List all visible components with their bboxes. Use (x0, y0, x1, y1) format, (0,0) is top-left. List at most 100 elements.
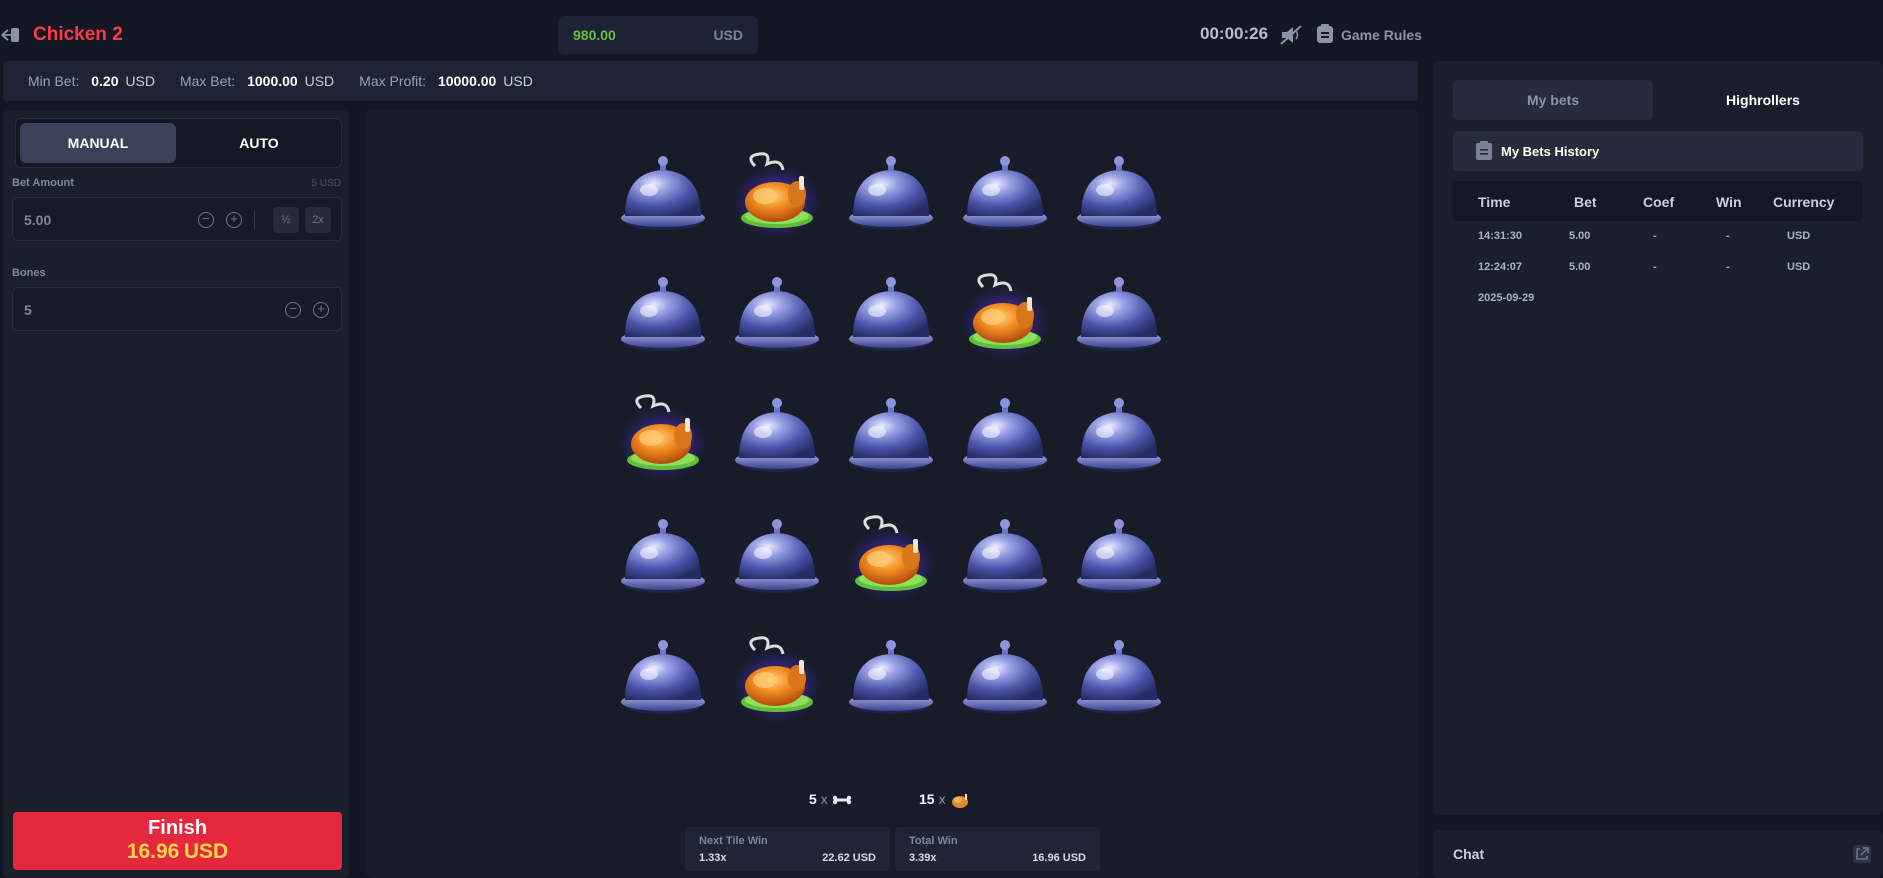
cloche-icon (621, 519, 705, 593)
cloche-tile[interactable] (731, 511, 823, 603)
cloche-icon (1077, 156, 1161, 230)
bets-sidebar: My bets Highrollers My Bets History Time… (1433, 61, 1883, 815)
balance-value: 980.00 (573, 27, 616, 43)
my-bets-history-link[interactable]: My Bets History (1453, 131, 1863, 171)
chicken-tile[interactable] (731, 148, 823, 240)
cloche-tile[interactable] (845, 269, 937, 361)
cloche-icon (849, 398, 933, 472)
field-divider (254, 211, 255, 229)
min-bet-limit: Min Bet: 0.20 USD (28, 73, 155, 89)
balance-currency: USD (713, 27, 743, 43)
cloche-icon (963, 519, 1047, 593)
tab-highrollers[interactable]: Highrollers (1663, 80, 1863, 120)
total-win-box: Total Win 3.39x 16.96 USD (895, 827, 1100, 871)
finish-amount: 16.96 (126, 840, 180, 863)
cloche-tile[interactable] (1073, 269, 1165, 361)
cloche-tile[interactable] (959, 632, 1051, 724)
cloche-tile[interactable] (845, 148, 937, 240)
bet-amount-hint: 5 USD (311, 178, 341, 189)
bet-increase-button[interactable]: + (226, 212, 242, 228)
top-bar: Chicken 2 980.00 USD 00:00:26 Game Rules (0, 0, 1883, 60)
bones-value: 5 (24, 302, 32, 318)
back-button[interactable] (0, 24, 22, 46)
bet-amount-label: Bet Amount (12, 177, 74, 189)
row-bet: 5.00 (1569, 261, 1591, 273)
auto-mode-button[interactable]: AUTO (181, 123, 337, 163)
cloche-icon (1077, 640, 1161, 714)
cloche-icon (1077, 519, 1161, 593)
chat-label: Chat (1453, 846, 1485, 862)
cloche-icon (963, 156, 1047, 230)
cloche-tile[interactable] (1073, 390, 1165, 482)
balance-display: 980.00 USD (558, 16, 758, 54)
cloche-tile[interactable] (845, 390, 937, 482)
cloche-tile[interactable] (1073, 511, 1165, 603)
chicken-tile[interactable] (845, 511, 937, 603)
bones-field[interactable]: 5 − + (12, 287, 342, 331)
mode-toggle: MANUAL AUTO (15, 118, 342, 168)
cloche-tile[interactable] (845, 632, 937, 724)
roast-chicken-icon (731, 152, 823, 240)
max-profit-limit: Max Profit: 10000.00 USD (359, 73, 533, 89)
cloche-tile[interactable] (1073, 148, 1165, 240)
row-currency: USD (1787, 261, 1811, 273)
next-tile-win-box: Next Tile Win 1.33x 22.62 USD (685, 827, 890, 871)
chickens-count-stat: 15 x (919, 791, 970, 809)
cloche-tile[interactable] (959, 148, 1051, 240)
max-bet-limit: Max Bet: 1000.00 USD (179, 73, 335, 89)
bets-table-header: Time Bet Coef Win Currency (1453, 181, 1863, 221)
roast-chicken-icon (845, 515, 937, 603)
total-win-title: Total Win (909, 835, 958, 847)
bones-increase-button[interactable]: + (313, 302, 329, 318)
chickens-count: 15 (919, 791, 935, 807)
bet-decrease-button[interactable]: − (198, 212, 214, 228)
game-title: Chicken 2 (33, 24, 123, 45)
cloche-tile[interactable] (731, 269, 823, 361)
cloche-icon (621, 156, 705, 230)
bones-decrease-button[interactable]: − (285, 302, 301, 318)
cloche-icon (849, 640, 933, 714)
expand-chat-icon[interactable] (1853, 845, 1871, 863)
cloche-tile[interactable] (959, 511, 1051, 603)
row-time: 14:31:30 (1478, 230, 1523, 242)
roast-chicken-icon (617, 394, 709, 482)
chat-bar[interactable]: Chat (1433, 830, 1883, 878)
session-timer: 00:00:26 (1200, 24, 1269, 43)
cloche-icon (963, 398, 1047, 472)
column-win: Win (1716, 194, 1742, 210)
game-rules-link[interactable]: Game Rules (1341, 27, 1422, 43)
next-tile-win-coef: 1.33x (699, 852, 727, 864)
my-bets-history-label: My Bets History (1501, 144, 1600, 159)
chicken-tile[interactable] (959, 269, 1051, 361)
game-rules-icon[interactable] (1316, 24, 1334, 44)
row-coef: - (1653, 261, 1657, 273)
bones-count: 5 (809, 791, 817, 807)
date-separator: 2025-09-29 (1478, 292, 1535, 304)
bet-half-button[interactable]: ½ (273, 207, 299, 233)
total-win-coef: 3.39x (909, 852, 937, 864)
cloche-tile[interactable] (617, 511, 709, 603)
cloche-tile[interactable] (617, 269, 709, 361)
row-bet: 5.00 (1569, 230, 1591, 242)
cloche-tile[interactable] (959, 390, 1051, 482)
bet-double-button[interactable]: 2x (305, 207, 331, 233)
chicken-tile[interactable] (731, 632, 823, 724)
cloche-tile[interactable] (731, 390, 823, 482)
sound-muted-icon[interactable] (1279, 24, 1303, 46)
manual-mode-button[interactable]: MANUAL (20, 123, 176, 163)
total-win-amount: 16.96 USD (1032, 852, 1086, 864)
finish-button[interactable]: Finish 16.96 USD (13, 812, 342, 870)
cloche-icon (735, 519, 819, 593)
cloche-tile[interactable] (617, 148, 709, 240)
tab-my-bets[interactable]: My bets (1453, 80, 1653, 120)
cloche-icon (1077, 277, 1161, 351)
cloche-tile[interactable] (1073, 632, 1165, 724)
back-arrow-icon (1, 28, 19, 42)
chicken-tile[interactable] (617, 390, 709, 482)
cloche-tile[interactable] (617, 632, 709, 724)
cloche-icon (621, 640, 705, 714)
bet-limits-bar: Min Bet: 0.20 USD Max Bet: 1000.00 USD M… (3, 61, 1418, 101)
bet-amount-field[interactable]: 5.00 − + ½ 2x (12, 197, 342, 241)
cloche-icon (621, 277, 705, 351)
roast-chicken-icon (959, 273, 1051, 361)
